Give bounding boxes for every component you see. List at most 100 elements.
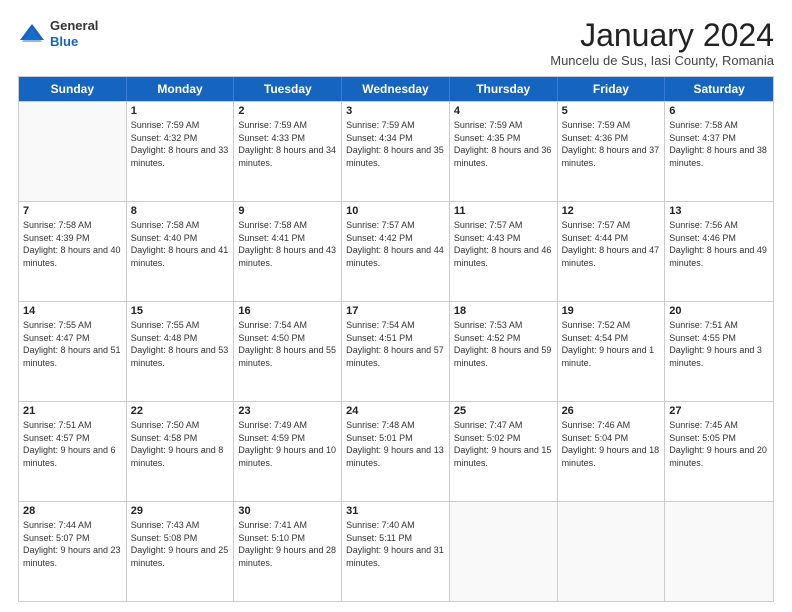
day-info: Sunrise: 7:48 AM Sunset: 5:01 PM Dayligh… [346,419,445,469]
day-info: Sunrise: 7:57 AM Sunset: 4:43 PM Dayligh… [454,219,553,269]
day-cell: 21Sunrise: 7:51 AM Sunset: 4:57 PM Dayli… [19,402,127,501]
day-number: 8 [131,205,230,217]
day-info: Sunrise: 7:46 AM Sunset: 5:04 PM Dayligh… [562,419,661,469]
day-cell [19,102,127,201]
day-info: Sunrise: 7:59 AM Sunset: 4:34 PM Dayligh… [346,119,445,169]
day-info: Sunrise: 7:45 AM Sunset: 5:05 PM Dayligh… [669,419,769,469]
day-info: Sunrise: 7:43 AM Sunset: 5:08 PM Dayligh… [131,519,230,569]
day-number: 10 [346,205,445,217]
day-info: Sunrise: 7:49 AM Sunset: 4:59 PM Dayligh… [238,419,337,469]
day-number: 9 [238,205,337,217]
day-number: 3 [346,105,445,117]
logo-text: General Blue [50,18,98,49]
week-row-4: 21Sunrise: 7:51 AM Sunset: 4:57 PM Dayli… [19,401,773,501]
logo-general: General [50,18,98,34]
day-number: 19 [562,305,661,317]
day-info: Sunrise: 7:58 AM Sunset: 4:40 PM Dayligh… [131,219,230,269]
day-header-tuesday: Tuesday [234,77,342,101]
day-cell: 10 Sunrise: 7:57 AM Sunset: 4:42 PM Dayli… [342,202,450,301]
day-number: 2 [238,105,337,117]
day-cell: 20Sunrise: 7:51 AM Sunset: 4:55 PM Dayli… [665,302,773,401]
day-cell: 8 Sunrise: 7:58 AM Sunset: 4:40 PM Daylig… [127,202,235,301]
day-info: Sunrise: 7:59 AM Sunset: 4:32 PM Dayligh… [131,119,230,169]
day-cell: 22 Sunrise: 7:50 AM Sunset: 4:58 PM Dayli… [127,402,235,501]
day-info: Sunrise: 7:52 AM Sunset: 4:54 PM Dayligh… [562,319,661,369]
day-info: Sunrise: 7:44 AM Sunset: 5:07 PM Dayligh… [23,519,122,569]
day-cell: 19 Sunrise: 7:52 AM Sunset: 4:54 PM Dayli… [558,302,666,401]
calendar-body: 1 Sunrise: 7:59 AM Sunset: 4:32 PM Daylig… [19,101,773,601]
day-header-wednesday: Wednesday [342,77,450,101]
day-cell: 31Sunrise: 7:40 AM Sunset: 5:11 PM Dayli… [342,502,450,601]
week-row-5: 28 Sunrise: 7:44 AM Sunset: 5:07 PM Dayli… [19,501,773,601]
day-info: Sunrise: 7:41 AM Sunset: 5:10 PM Dayligh… [238,519,337,569]
day-cell: 6Sunrise: 7:58 AM Sunset: 4:37 PM Daylig… [665,102,773,201]
day-cell: 27 Sunrise: 7:45 AM Sunset: 5:05 PM Dayli… [665,402,773,501]
day-number: 24 [346,405,445,417]
subtitle: Muncelu de Sus, Iasi County, Romania [550,53,774,68]
day-header-sunday: Sunday [19,77,127,101]
day-cell: 17Sunrise: 7:54 AM Sunset: 4:51 PM Dayli… [342,302,450,401]
calendar: SundayMondayTuesdayWednesdayThursdayFrid… [18,76,774,602]
week-row-2: 7 Sunrise: 7:58 AM Sunset: 4:39 PM Daylig… [19,201,773,301]
day-number: 11 [454,205,553,217]
header: General Blue January 2024 Muncelu de Sus… [18,18,774,68]
day-number: 13 [669,205,769,217]
day-cell: 5 Sunrise: 7:59 AM Sunset: 4:36 PM Daylig… [558,102,666,201]
day-cell: 28 Sunrise: 7:44 AM Sunset: 5:07 PM Dayli… [19,502,127,601]
day-number: 17 [346,305,445,317]
week-row-3: 14Sunrise: 7:55 AM Sunset: 4:47 PM Dayli… [19,301,773,401]
day-number: 27 [669,405,769,417]
day-info: Sunrise: 7:57 AM Sunset: 4:42 PM Dayligh… [346,219,445,269]
day-header-thursday: Thursday [450,77,558,101]
day-cell: 3 Sunrise: 7:59 AM Sunset: 4:34 PM Daylig… [342,102,450,201]
day-header-friday: Friday [558,77,666,101]
day-number: 29 [131,505,230,517]
day-number: 28 [23,505,122,517]
day-header-saturday: Saturday [665,77,773,101]
day-cell: 15 Sunrise: 7:55 AM Sunset: 4:48 PM Dayli… [127,302,235,401]
day-number: 21 [23,405,122,417]
day-info: Sunrise: 7:56 AM Sunset: 4:46 PM Dayligh… [669,219,769,269]
day-number: 20 [669,305,769,317]
day-number: 12 [562,205,661,217]
day-cell: 4 Sunrise: 7:59 AM Sunset: 4:35 PM Daylig… [450,102,558,201]
day-info: Sunrise: 7:50 AM Sunset: 4:58 PM Dayligh… [131,419,230,469]
day-info: Sunrise: 7:59 AM Sunset: 4:35 PM Dayligh… [454,119,553,169]
day-info: Sunrise: 7:54 AM Sunset: 4:50 PM Dayligh… [238,319,337,369]
day-info: Sunrise: 7:53 AM Sunset: 4:52 PM Dayligh… [454,319,553,369]
day-info: Sunrise: 7:59 AM Sunset: 4:33 PM Dayligh… [238,119,337,169]
title-section: January 2024 Muncelu de Sus, Iasi County… [550,18,774,68]
day-number: 7 [23,205,122,217]
day-info: Sunrise: 7:58 AM Sunset: 4:39 PM Dayligh… [23,219,122,269]
day-cell: 14Sunrise: 7:55 AM Sunset: 4:47 PM Dayli… [19,302,127,401]
day-cell: 23 Sunrise: 7:49 AM Sunset: 4:59 PM Dayli… [234,402,342,501]
day-number: 23 [238,405,337,417]
day-number: 31 [346,505,445,517]
month-title: January 2024 [550,18,774,53]
day-cell: 2 Sunrise: 7:59 AM Sunset: 4:33 PM Daylig… [234,102,342,201]
day-info: Sunrise: 7:55 AM Sunset: 4:48 PM Dayligh… [131,319,230,369]
logo: General Blue [18,18,98,49]
day-cell: 16 Sunrise: 7:54 AM Sunset: 4:50 PM Dayli… [234,302,342,401]
day-number: 5 [562,105,661,117]
day-number: 22 [131,405,230,417]
day-cell [558,502,666,601]
day-info: Sunrise: 7:47 AM Sunset: 5:02 PM Dayligh… [454,419,553,469]
day-cell: 29 Sunrise: 7:43 AM Sunset: 5:08 PM Dayli… [127,502,235,601]
day-number: 6 [669,105,769,117]
day-number: 25 [454,405,553,417]
day-cell: 18Sunrise: 7:53 AM Sunset: 4:52 PM Dayli… [450,302,558,401]
day-cell [665,502,773,601]
day-number: 4 [454,105,553,117]
day-number: 1 [131,105,230,117]
day-number: 16 [238,305,337,317]
day-cell: 9Sunrise: 7:58 AM Sunset: 4:41 PM Daylig… [234,202,342,301]
day-cell: 25 Sunrise: 7:47 AM Sunset: 5:02 PM Dayli… [450,402,558,501]
day-info: Sunrise: 7:59 AM Sunset: 4:36 PM Dayligh… [562,119,661,169]
day-cell: 11 Sunrise: 7:57 AM Sunset: 4:43 PM Dayli… [450,202,558,301]
week-row-1: 1 Sunrise: 7:59 AM Sunset: 4:32 PM Daylig… [19,101,773,201]
day-info: Sunrise: 7:57 AM Sunset: 4:44 PM Dayligh… [562,219,661,269]
calendar-header: SundayMondayTuesdayWednesdayThursdayFrid… [19,77,773,101]
day-number: 26 [562,405,661,417]
day-number: 15 [131,305,230,317]
